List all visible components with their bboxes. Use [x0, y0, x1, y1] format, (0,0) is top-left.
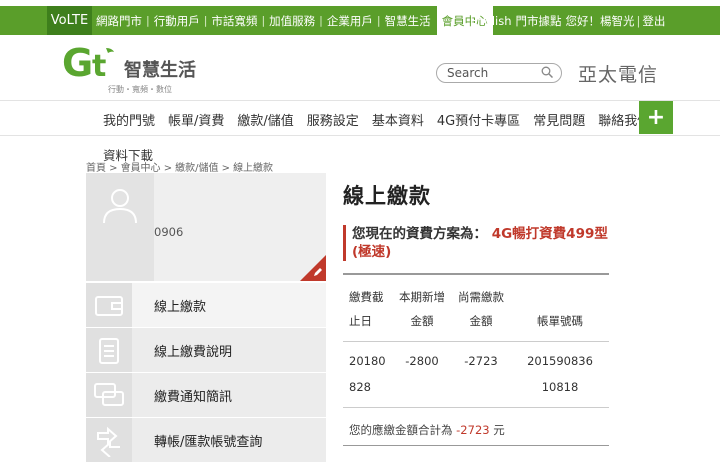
user-greeting[interactable]: 您好！楊智光 [564, 13, 637, 29]
header-new-amount: 金額 [410, 314, 434, 328]
search-input[interactable]: Search [436, 63, 562, 83]
nav-bill[interactable]: 帳單/資費 [168, 110, 224, 129]
cell-due-date: 828 [349, 380, 371, 394]
logout-link[interactable]: 登出 [640, 13, 667, 29]
svg-text:G: G [62, 42, 93, 85]
nav-faq[interactable]: 常見問題 [533, 110, 585, 129]
header-bill-number [511, 285, 609, 309]
cell-bill-number: 10818 [541, 380, 579, 394]
avatar-icon [103, 189, 137, 224]
nav-my-number[interactable]: 我的門號 [103, 110, 155, 129]
menu-payment-sms[interactable]: 繳費通知簡訊 [86, 373, 326, 417]
logo-tagline: 行動・寬頻・數位 [108, 84, 172, 94]
plan-info: 您現在的資費方案為： 4G暢打資費499型(極速) [343, 225, 609, 261]
menu-payment-instructions[interactable]: 線上繳費說明 [86, 328, 326, 372]
gt-logo-mark: G t 智慧生活 行動・寬頻・數位 [62, 41, 196, 94]
cell-new-amount: -2800 [405, 354, 439, 368]
main-nav: 我的門號 帳單/資費 繳款/儲值 服務設定 基本資料 4G預付卡專區 常見問題 … [0, 100, 720, 136]
total-amount-line: 您的應繳金額合計為 -2723 元 [349, 422, 505, 438]
table-row: 20180 828 -2800 -2723 201590836 10818 [343, 342, 609, 408]
total-unit: 元 [493, 423, 505, 437]
top-nav-item[interactable]: 行動用戶 [150, 13, 204, 29]
top-links: English 門市據點 您好！楊智光 | 登出 [468, 13, 667, 29]
breadcrumb-home[interactable]: 首頁 > [86, 159, 118, 174]
menu-transfer-account[interactable]: 轉帳/匯款帳號查詢 [86, 418, 326, 462]
menu-label: 轉帳/匯款帳號查詢 [154, 434, 263, 450]
plan-label: 您現在的資費方案為： [352, 226, 487, 242]
nav-prepaid[interactable]: 4G預付卡專區 [437, 110, 520, 129]
store-locator-link[interactable]: 門市據點 [514, 13, 564, 29]
table-header: 繳費截 止日 本期新增 金額 尚需繳款 金額 帳單號碼 [343, 275, 609, 342]
phone-number: 0906 [154, 225, 184, 239]
bill-table: 繳費截 止日 本期新增 金額 尚需繳款 金額 帳單號碼 20180 828 -2… [343, 273, 609, 408]
top-nav-item[interactable]: 企業用戶 [323, 13, 377, 29]
breadcrumb: 首頁 > 會員中心 > 繳款/儲值 > 線上繳款 [86, 159, 276, 174]
header-due-date: 繳費截 [349, 290, 384, 304]
header-due-amount: 尚需繳款 [458, 290, 504, 304]
top-nav-item[interactable]: 市話寬頻 [207, 13, 261, 29]
expand-menu-button[interactable]: + [639, 101, 673, 134]
menu-label: 繳費通知簡訊 [154, 389, 233, 405]
total-label: 您的應繳金額合計為 [349, 423, 453, 437]
cell-due-date: 20180 [349, 354, 386, 368]
top-nav-item[interactable]: 智慧生活 [381, 13, 435, 29]
top-nav-item[interactable]: 網路門市 [92, 13, 146, 29]
clipboard-icon [99, 338, 119, 364]
gt-logo[interactable]: G t 智慧生活 行動・寬頻・數位 [62, 41, 212, 97]
nav-basic-info[interactable]: 基本資料 [372, 110, 424, 129]
nav-payment[interactable]: 繳款/儲值 [237, 110, 293, 129]
wallet-icon [95, 296, 123, 316]
nav-service-settings[interactable]: 服務設定 [307, 110, 359, 129]
header-bill-number: 帳單號碼 [537, 314, 583, 328]
transfer-icon [97, 426, 120, 457]
logo-text: 智慧生活 [124, 59, 196, 81]
header-due-amount: 金額 [469, 314, 493, 328]
page-title: 線上繳款 [343, 184, 431, 208]
menu-online-payment[interactable]: 線上繳款 [86, 283, 326, 327]
cell-bill-number: 201590836 [527, 354, 593, 368]
divider [343, 445, 609, 446]
menu-label: 線上繳款 [154, 299, 207, 315]
search-placeholder: Search [447, 66, 489, 80]
chat-icon [94, 383, 124, 406]
header-new-amount: 本期新增 [399, 290, 445, 304]
breadcrumb-member[interactable]: 會員中心 > [121, 159, 173, 174]
english-link[interactable]: English [468, 14, 514, 28]
search-icon[interactable] [541, 66, 553, 78]
main-content: 線上繳款 您現在的資費方案為： 4G暢打資費499型(極速) 繳費截 止日 本期… [343, 180, 609, 446]
total-amount: -2723 [456, 423, 490, 437]
pencil-icon[interactable] [312, 266, 324, 278]
header-due-date: 止日 [349, 314, 372, 328]
svg-text:t: t [92, 49, 106, 84]
profile-card: 0906 [86, 173, 326, 281]
cell-due-amount: -2723 [464, 354, 498, 368]
left-panel: 0906 線上繳款 線上繳費說明 繳費通知簡訊 轉帳/匯款帳號查詢 [86, 173, 326, 462]
top-nav-item[interactable]: 加值服務 [265, 13, 319, 29]
breadcrumb-payment[interactable]: 繳款/儲值 > [175, 159, 230, 174]
breadcrumb-current: 線上繳款 [233, 163, 274, 174]
menu-label: 線上繳費說明 [154, 344, 233, 360]
volte-link[interactable]: VoLTE [47, 6, 92, 35]
brand-name: 亞太電信 [578, 64, 659, 86]
top-nav: 網路門市 | 行動用戶 | 市話寬頻 | 加值服務 | 企業用戶 | 智慧生活 會員中心 [92, 6, 495, 35]
